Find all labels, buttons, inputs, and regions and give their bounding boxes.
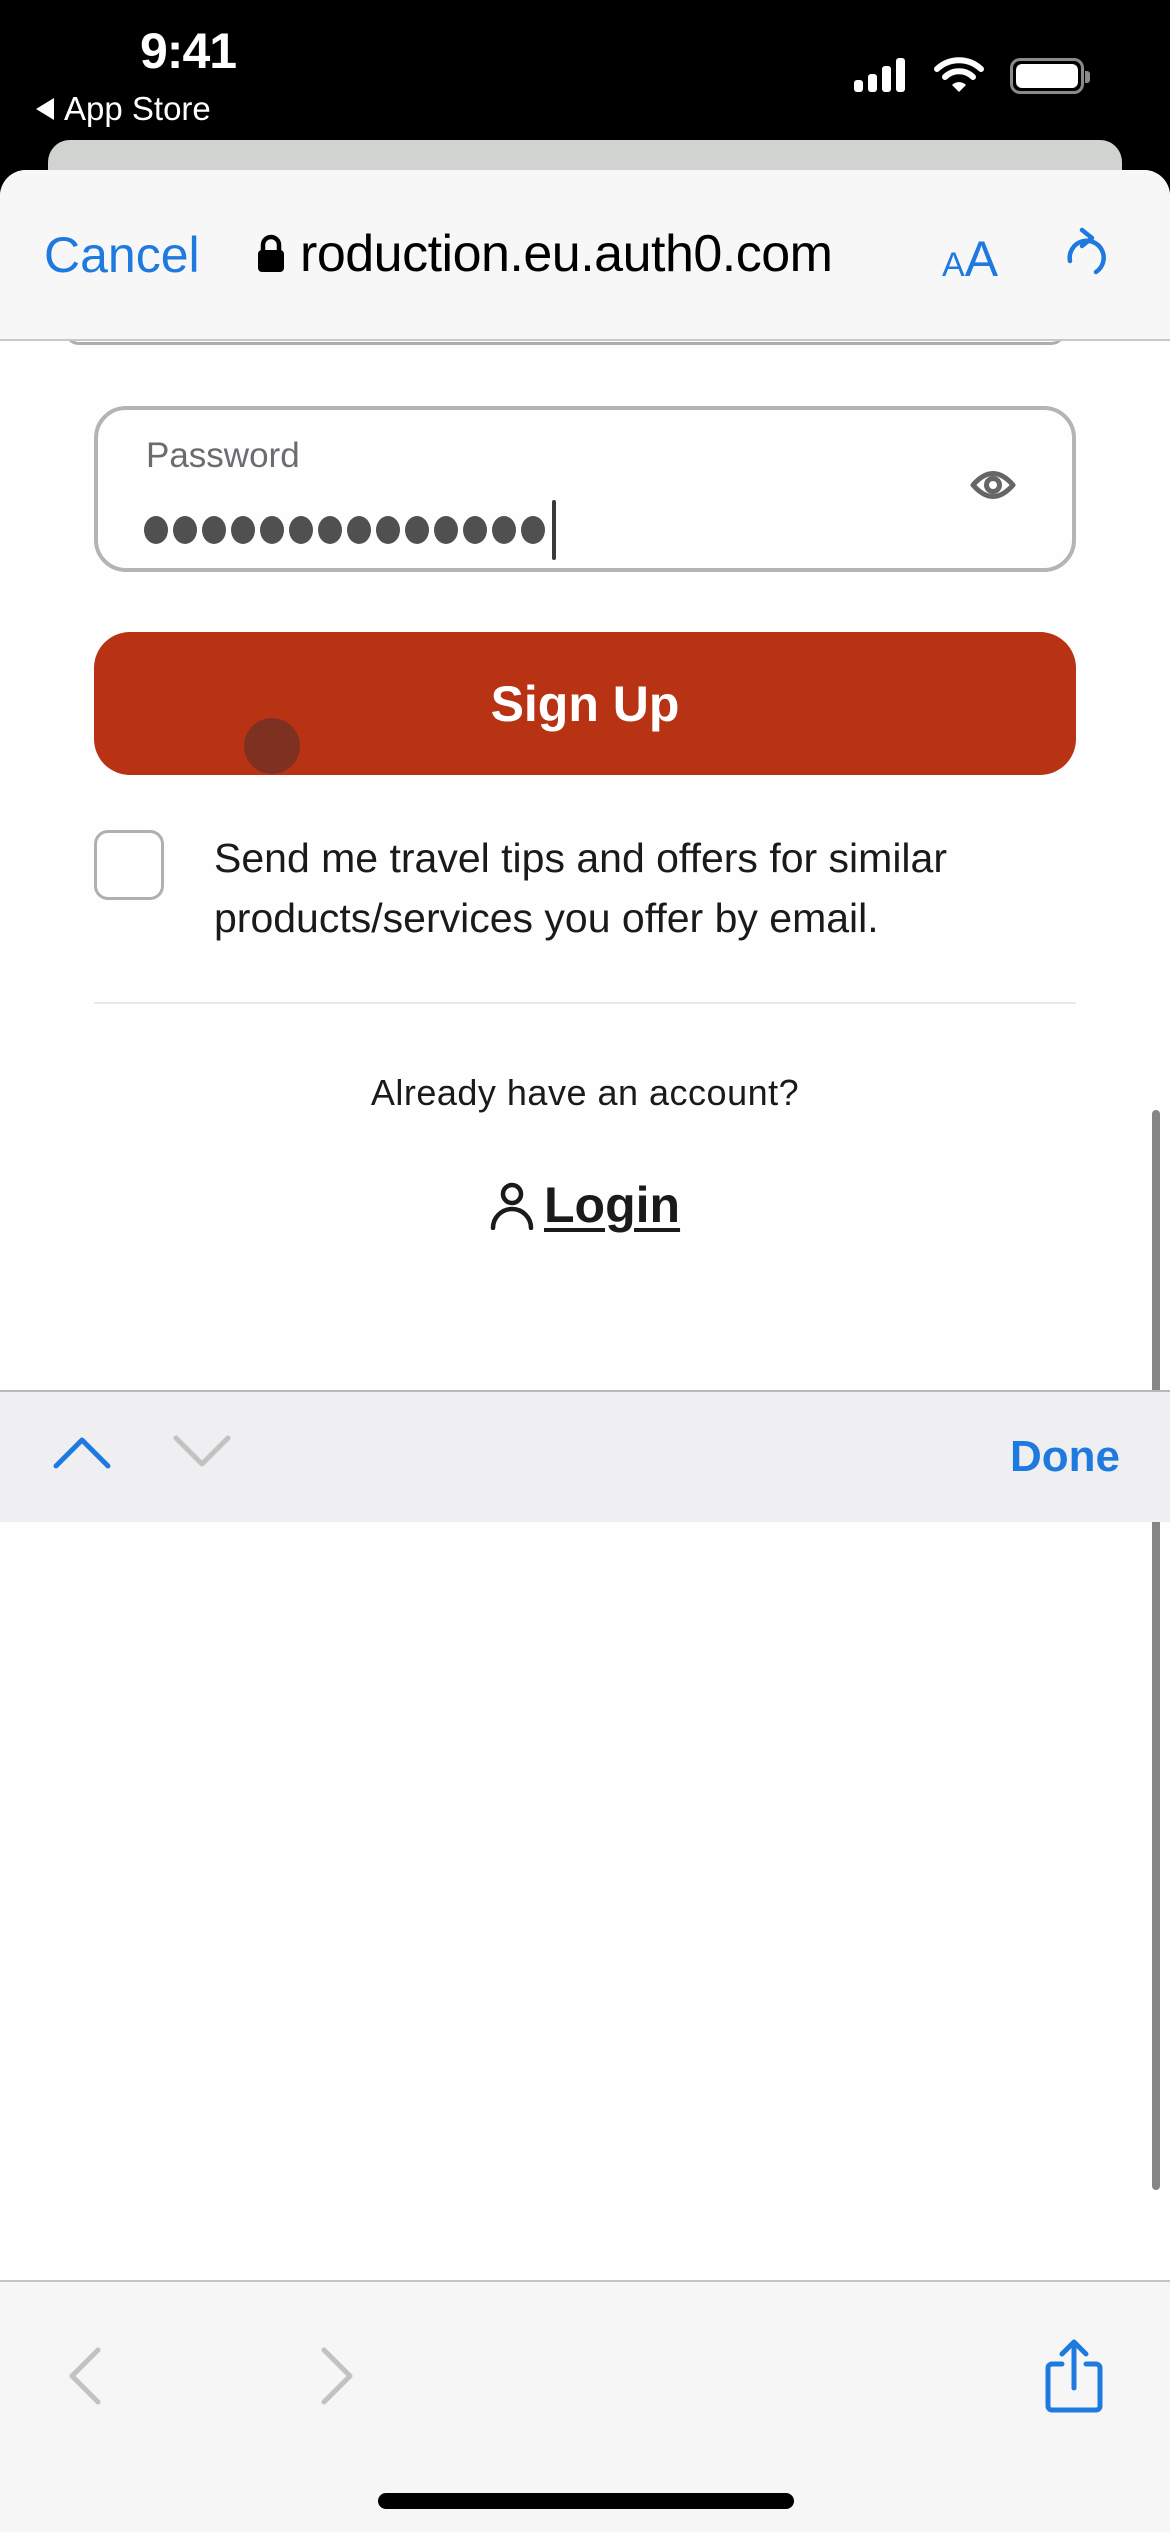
password-dot bbox=[434, 516, 458, 544]
marketing-opt-in-text: Send me travel tips and offers for simil… bbox=[214, 835, 947, 941]
sign-up-button[interactable]: Sign Up bbox=[94, 632, 1076, 775]
password-label: Password bbox=[146, 436, 300, 475]
status-bar: 9:41 App Store bbox=[0, 0, 1170, 140]
marketing-checkbox[interactable] bbox=[94, 830, 164, 900]
cancel-button[interactable]: Cancel bbox=[44, 226, 200, 284]
text-size-big-a: A bbox=[964, 231, 999, 287]
password-dot bbox=[405, 516, 429, 544]
browser-nav-bar: Cancel roduction.eu.auth0.com A A bbox=[0, 170, 1170, 341]
divider bbox=[94, 1002, 1076, 1004]
home-indicator[interactable] bbox=[378, 2493, 794, 2509]
password-dot bbox=[144, 516, 168, 544]
password-dot bbox=[260, 516, 284, 544]
password-field[interactable]: Password bbox=[94, 406, 1076, 572]
keyboard-accessory-bar: Done bbox=[0, 1390, 1170, 1522]
status-time: 9:41 bbox=[140, 23, 237, 79]
password-dot bbox=[376, 516, 400, 544]
back-app-label: App Store bbox=[64, 90, 211, 127]
chevron-up-icon[interactable] bbox=[52, 1432, 112, 1472]
chevron-right-icon[interactable] bbox=[318, 2346, 358, 2406]
text-size-button[interactable]: A A bbox=[942, 230, 998, 288]
password-input-value[interactable] bbox=[144, 500, 556, 560]
password-dot bbox=[173, 516, 197, 544]
login-link[interactable]: Login bbox=[490, 1176, 680, 1234]
user-icon bbox=[490, 1182, 534, 1230]
password-dot bbox=[521, 516, 545, 544]
reload-icon[interactable] bbox=[1060, 224, 1110, 282]
chevron-down-icon[interactable] bbox=[172, 1432, 232, 1472]
text-size-small-a: A bbox=[942, 246, 965, 284]
password-dot bbox=[492, 516, 516, 544]
text-caret bbox=[552, 500, 556, 560]
password-dot bbox=[463, 516, 487, 544]
password-dot bbox=[289, 516, 313, 544]
password-dot bbox=[318, 516, 342, 544]
login-label: Login bbox=[544, 1177, 681, 1233]
done-button[interactable]: Done bbox=[1010, 1432, 1120, 1482]
browser-sheet: Cancel roduction.eu.auth0.com A A Passwo… bbox=[0, 170, 1170, 2532]
url-display[interactable]: roduction.eu.auth0.com bbox=[256, 224, 833, 284]
share-icon[interactable] bbox=[1044, 2338, 1104, 2414]
touch-indicator bbox=[244, 718, 300, 774]
eye-icon[interactable] bbox=[970, 468, 1016, 502]
cellular-signal-icon bbox=[854, 58, 905, 92]
chevron-left-icon[interactable] bbox=[64, 2346, 104, 2406]
password-dot bbox=[347, 516, 371, 544]
back-triangle-icon bbox=[36, 98, 54, 120]
battery-icon bbox=[1010, 58, 1090, 94]
url-domain: roduction.eu.auth0.com bbox=[300, 225, 833, 283]
password-dot bbox=[231, 516, 255, 544]
lock-icon bbox=[258, 234, 284, 272]
already-have-account-text: Already have an account? bbox=[370, 1072, 800, 1113]
scrollbar[interactable] bbox=[1152, 1110, 1160, 2190]
password-dot bbox=[202, 516, 226, 544]
wifi-icon bbox=[934, 57, 984, 92]
back-to-app-button[interactable]: App Store bbox=[36, 90, 211, 128]
